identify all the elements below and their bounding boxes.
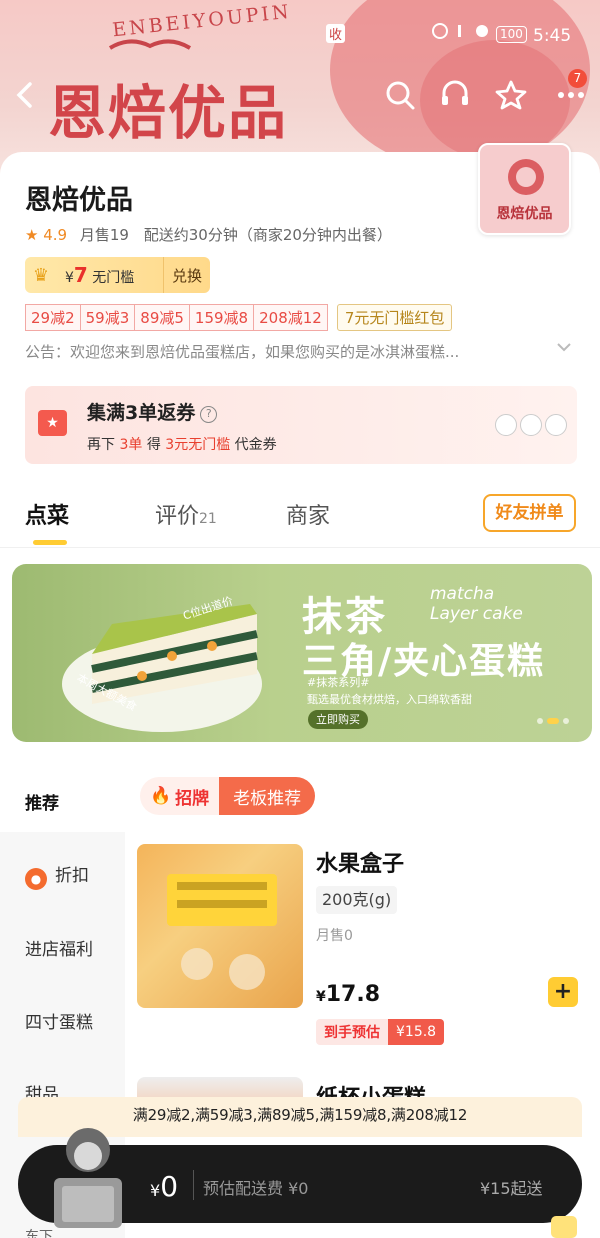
signature-tag: 🔥 招牌 老板推荐 — [140, 777, 316, 815]
rating-star-icon: ★ — [25, 226, 39, 244]
store-name: 恩焙优品 — [25, 185, 133, 216]
flame-icon: 🔥 — [150, 786, 172, 806]
category-active-bg — [0, 760, 125, 832]
estimated-value: ¥15.8 — [388, 1019, 445, 1045]
mustache-icon — [108, 39, 192, 50]
discount-tag: 159减8 — [188, 304, 255, 331]
discount-tag: 208减12 — [253, 304, 328, 331]
promo-banner[interactable]: C位出道价 本周大额美食 抹茶 matcha Layer cake 三角/夹心蛋糕… — [12, 564, 592, 742]
discount-tag: 89减5 — [134, 304, 190, 331]
tab-reviews[interactable]: 评价21 — [155, 498, 217, 530]
notification-badge: 7 — [568, 69, 587, 88]
vip-exchange-button[interactable]: 兑换 — [162, 257, 210, 293]
store-logo[interactable]: 恩焙优品 — [478, 143, 571, 235]
favorite-icon[interactable] — [494, 78, 528, 112]
vip-amount: ¥7 无门槛 — [65, 263, 135, 287]
carousel-dot — [547, 718, 559, 724]
product-name: 水果盒子 — [316, 852, 405, 877]
product-price: ¥17.8 — [316, 982, 381, 1007]
sidebar-item-recommend[interactable]: 推荐 — [25, 789, 59, 814]
fruit-box-image — [167, 874, 277, 990]
add-to-cart-button[interactable] — [551, 1216, 577, 1238]
chevron-down-icon[interactable] — [555, 338, 573, 356]
divider — [193, 1170, 194, 1200]
vip-coupon[interactable]: ♛ ¥7 无门槛 兑换 — [25, 257, 210, 293]
delivery-time: 配送约30分钟（商家20分钟内出餐） — [143, 226, 392, 244]
store-rating: 4.9 — [43, 226, 68, 244]
estimated-price: 到手预估 ¥15.8 — [316, 1019, 445, 1045]
tab-order[interactable]: 点菜 — [25, 498, 69, 530]
progress-slot — [495, 414, 517, 436]
boss-recommend-label: 老板推荐 — [219, 777, 316, 815]
banner-arc-text: ENBEIYOUPIN — [111, 0, 293, 42]
sidebar-item-welfare[interactable]: 进店福利 — [25, 935, 93, 960]
promo-title-en: matcha Layer cake — [430, 584, 523, 624]
store-meta: ★ 4.9 月售19 配送约30分钟（商家20分钟内出餐） — [25, 224, 392, 245]
progress-slot — [545, 414, 567, 436]
store-notice[interactable]: 公告：欢迎您来到恩焙优品蛋糕店，如果您购买的是冰淇淋蛋糕... — [25, 341, 459, 362]
help-icon[interactable]: ? — [200, 406, 218, 423]
minimum-order[interactable]: ¥15起送 — [480, 1175, 543, 1199]
discount-tags: 29减2 59减3 89减5 159减8 208减12 7元无门槛红包 — [25, 304, 453, 331]
progress-slot — [520, 414, 542, 436]
estimated-label: 到手预估 — [316, 1019, 388, 1045]
discount-tag: 59减3 — [79, 304, 136, 331]
crown-icon: ♛ — [32, 264, 50, 286]
reviews-count: 21 — [199, 511, 217, 527]
carousel-dot — [537, 718, 543, 724]
sidebar-item-four-inch-cake[interactable]: 四寸蛋糕 — [25, 1008, 93, 1033]
search-icon[interactable] — [383, 78, 417, 112]
matcha-cake-image — [62, 604, 262, 732]
group-order-button[interactable]: 好友拼单 — [483, 494, 576, 532]
add-to-cart-button[interactable]: + — [548, 977, 578, 1007]
clock: 5:45 — [533, 26, 572, 46]
sidebar-item-discount[interactable]: ● 折扣 — [25, 861, 89, 890]
ticket-icon: ★ — [38, 410, 67, 436]
promo-description: 甄选最优食材烘焙，入口绵软香甜 — [307, 693, 472, 706]
order-reward-card[interactable]: ★ 集满3单返券? 再下 3单 得 3元无门槛 代金券 — [25, 386, 577, 464]
red-packet-tag: 7元无门槛红包 — [336, 304, 453, 331]
reward-subtitle: 再下 3单 得 3元无门槛 代金券 — [87, 437, 277, 453]
cart-total: ¥0 — [150, 1170, 179, 1203]
discount-tag: 29减2 — [25, 304, 81, 331]
tab-merchant[interactable]: 商家 — [286, 498, 330, 530]
location-pin-icon: ● — [25, 868, 47, 890]
product-image[interactable] — [137, 844, 303, 1008]
logo-mascot-icon — [508, 159, 544, 195]
signature-label: 🔥 招牌 — [140, 777, 220, 815]
product-spec: 200克(g) — [316, 886, 398, 914]
carousel-dots — [537, 718, 569, 724]
tab-indicator — [33, 540, 67, 545]
carrier-badge: 收 — [326, 24, 346, 43]
delivery-fee: 预估配送费 ¥0 — [203, 1179, 309, 1198]
battery-indicator: 100 — [496, 26, 527, 43]
courier-avatar[interactable] — [48, 1120, 128, 1235]
customer-service-icon[interactable] — [438, 78, 472, 112]
banner-title: 恩焙优品 — [48, 79, 289, 147]
monthly-sales: 月售19 — [79, 226, 129, 244]
divider — [0, 547, 600, 548]
reward-progress — [495, 414, 567, 436]
carousel-dot — [563, 718, 569, 724]
app-root: ENBEIYOUPIN 恩焙优品 100 5:45 收 7 恩焙优品 恩焙优品 … — [0, 0, 600, 1238]
reward-title: 集满3单返券? — [87, 398, 218, 425]
product-sales: 月售0 — [316, 928, 353, 944]
store-logo-text: 恩焙优品 — [496, 206, 553, 222]
promo-series: #抹茶系列# — [307, 676, 370, 689]
back-icon[interactable] — [8, 78, 42, 112]
promo-buy-button[interactable]: 立即购买 — [308, 710, 368, 729]
